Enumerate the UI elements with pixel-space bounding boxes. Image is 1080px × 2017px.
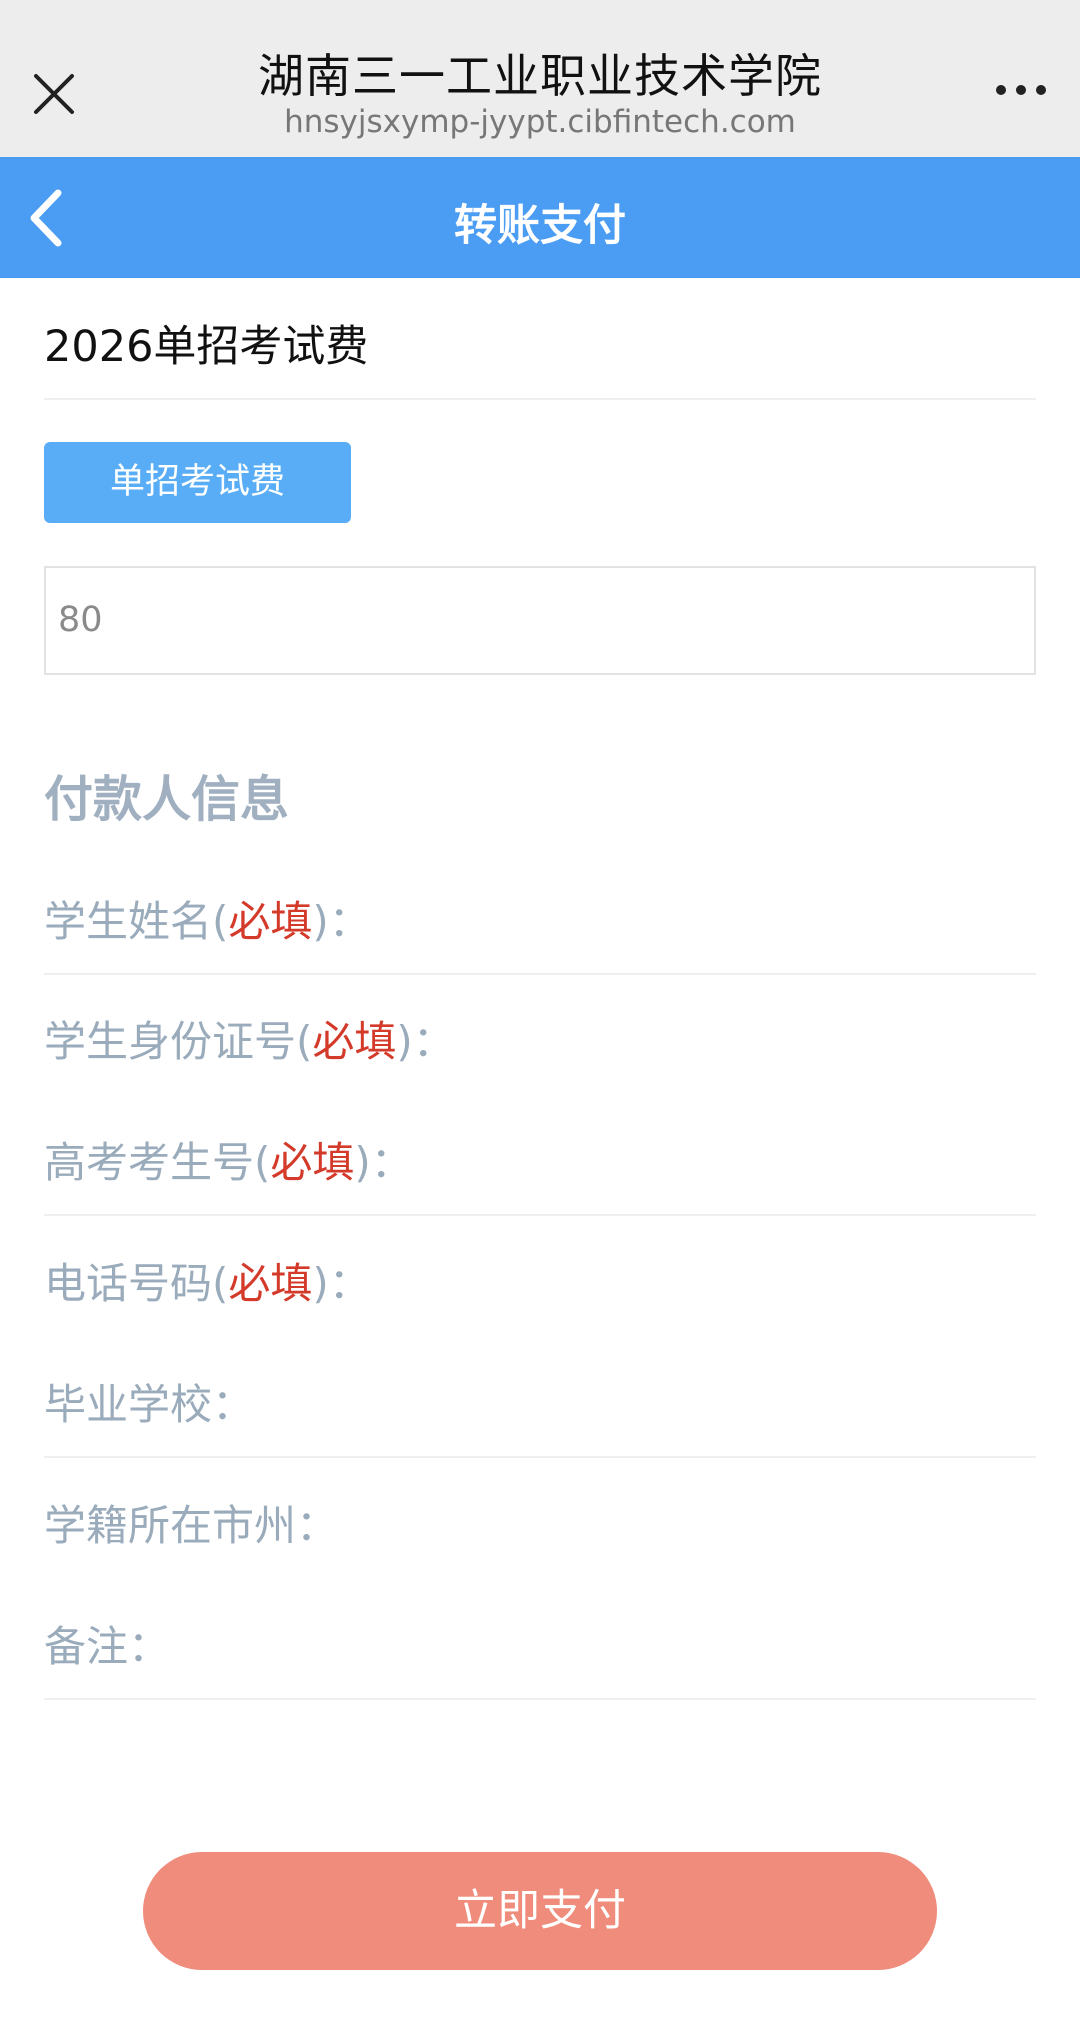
field-student-id[interactable]: 学生身份证号(必填)： xyxy=(44,1008,455,1069)
browser-top-bar: 湖南三一工业职业技术学院 hnsyjsxymp-jyypt.cibfintech… xyxy=(0,0,1080,157)
page-title: 转账支付 xyxy=(454,201,626,251)
amount-field[interactable]: 80 xyxy=(44,566,1036,675)
field-exam-number[interactable]: 高考考生号(必填)： xyxy=(44,1129,413,1190)
fee-title: 2026单招考试费 xyxy=(44,322,369,372)
page-header: 转账支付 xyxy=(0,157,1080,278)
pay-now-button[interactable]: 立即支付 xyxy=(143,1852,937,1970)
divider xyxy=(44,398,1036,400)
payer-section-title: 付款人信息 xyxy=(44,771,290,828)
more-icon[interactable] xyxy=(994,80,1048,100)
field-graduation-school[interactable]: 毕业学校： xyxy=(44,1371,254,1432)
fee-type-chip[interactable]: 单招考试费 xyxy=(44,442,351,523)
field-region[interactable]: 学籍所在市州： xyxy=(44,1492,338,1553)
divider xyxy=(44,973,1036,975)
field-phone[interactable]: 电话号码(必填)： xyxy=(44,1250,371,1311)
field-student-name[interactable]: 学生姓名(必填)： xyxy=(44,888,371,949)
divider xyxy=(44,1698,1036,1700)
divider xyxy=(44,1456,1036,1458)
divider xyxy=(44,1214,1036,1216)
site-url: hnsyjsxymp-jyypt.cibfintech.com xyxy=(284,104,796,140)
field-remark[interactable]: 备注： xyxy=(44,1613,170,1674)
site-title: 湖南三一工业职业技术学院 xyxy=(258,49,822,103)
